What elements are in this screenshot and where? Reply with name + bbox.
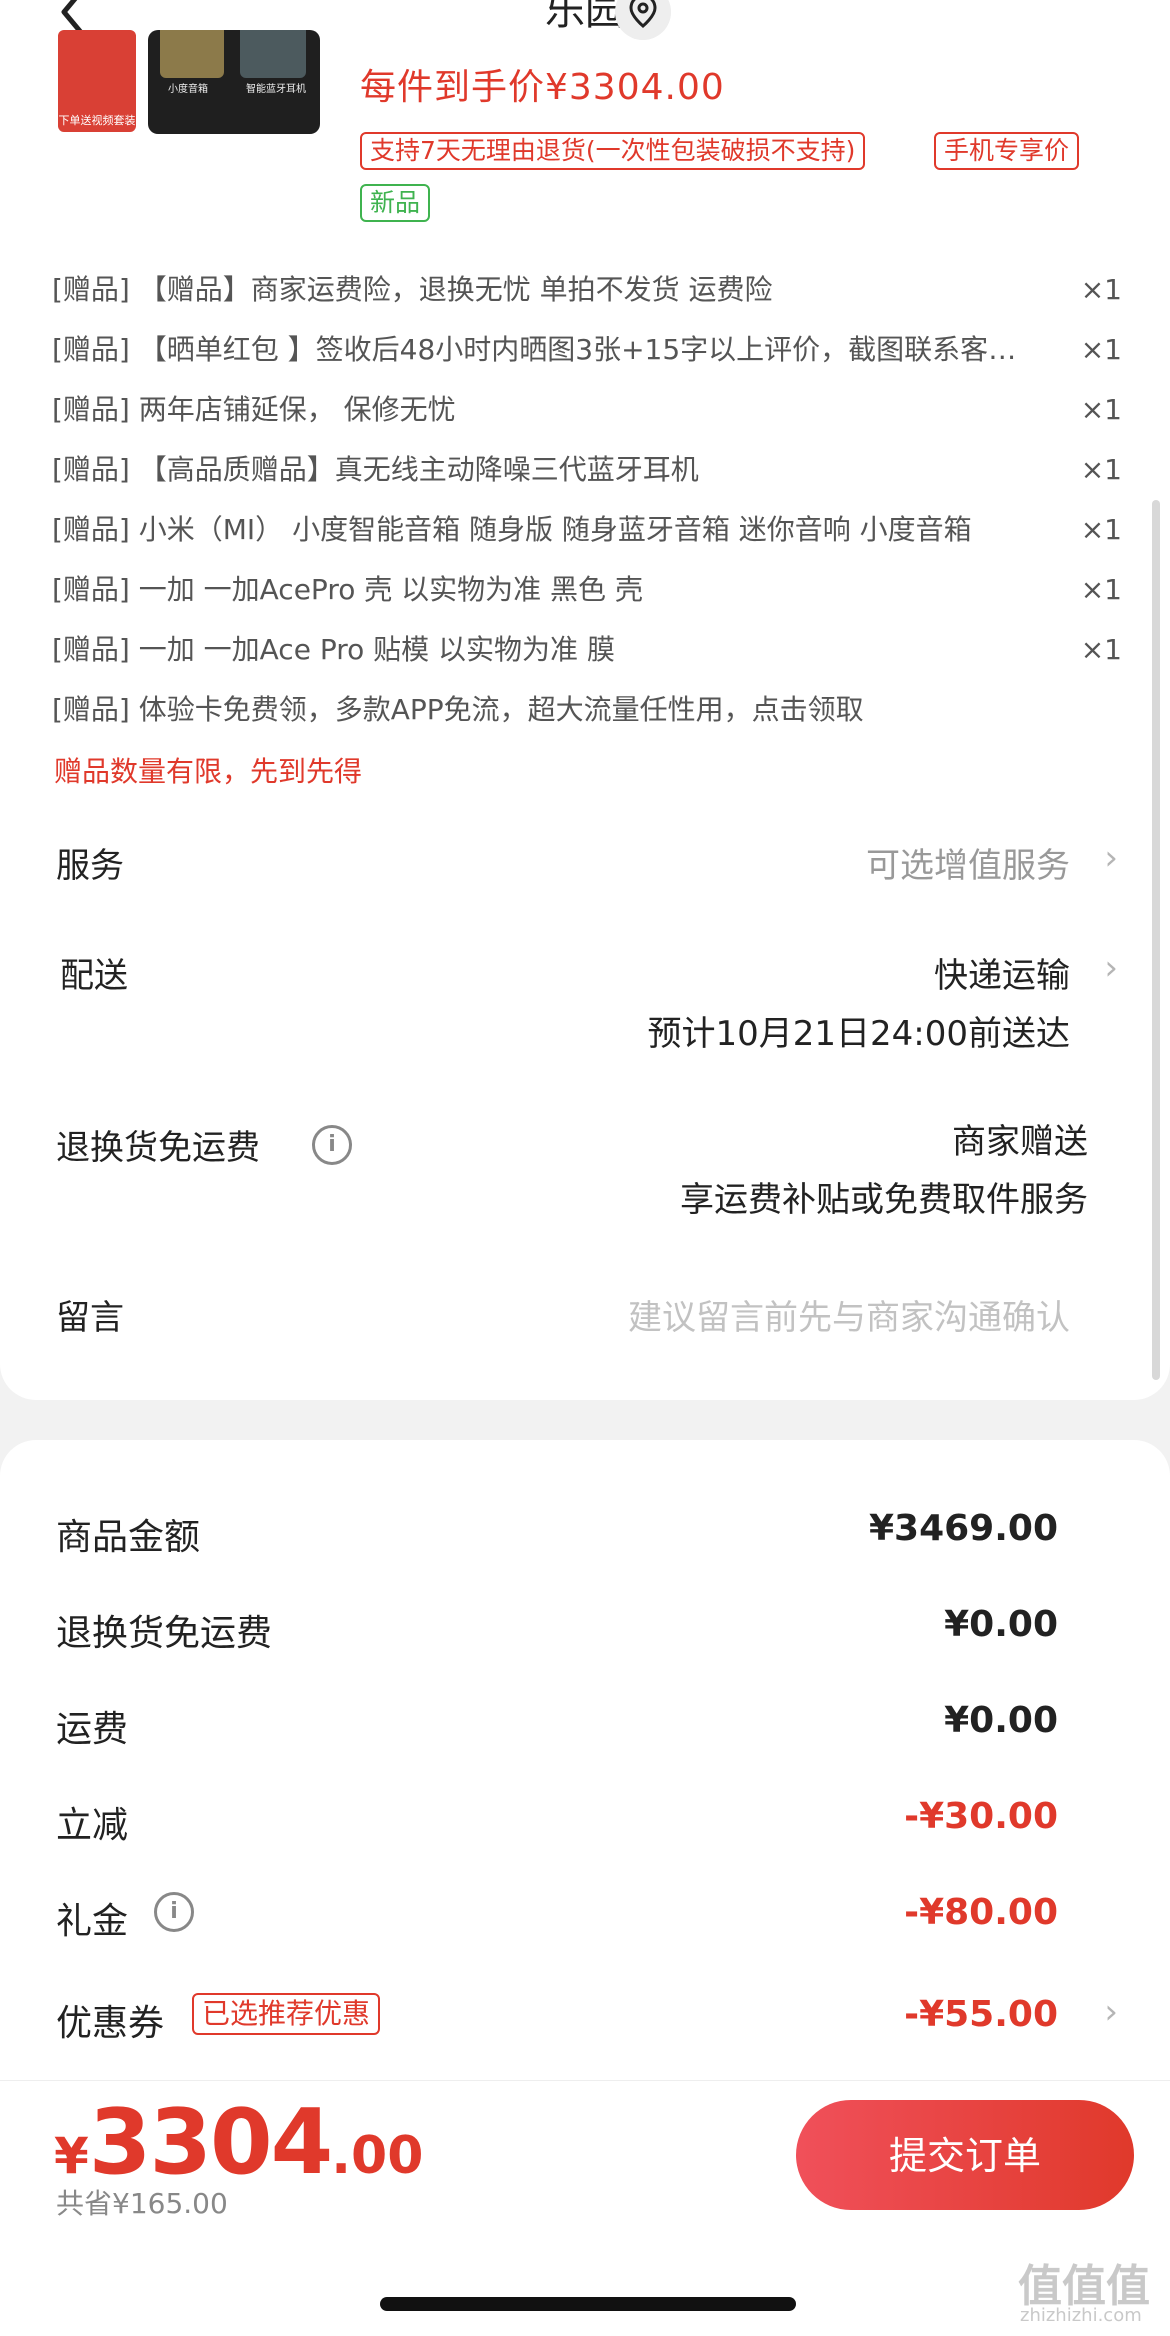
return-policy-tag: 支持7天无理由退货(一次性包装破损不支持)	[360, 132, 866, 170]
chevron-right-icon[interactable]: ›	[1104, 838, 1118, 878]
gift-item: [赠品] 【赠品】商家运费险，退换无忧 单拍不发货 运费险 ×1	[52, 270, 1122, 310]
gift-qty: ×1	[1080, 513, 1122, 546]
delivery-eta: 预计10月21日24:00前送达	[647, 1014, 1070, 1054]
gift-item-free-card[interactable]: [赠品] 体验卡免费领，多款APP免流，超大流量任性用，点击领取	[52, 690, 1122, 730]
thumbnail-gift-label: 小度音箱	[168, 84, 208, 95]
gift-text: [赠品] 一加 一加Ace Pro 贴模 以实物为准 膜	[52, 633, 615, 666]
freight-label: 运费	[56, 1709, 129, 1750]
gift-item: [赠品] 一加 一加AcePro 壳 以实物为准 黑色 壳 ×1	[52, 570, 1122, 610]
gift-qty: ×1	[1080, 333, 1122, 366]
gift-limited-notice: 赠品数量有限，先到先得	[54, 755, 363, 788]
gift-item: [赠品] 一加 一加Ace Pro 贴模 以实物为准 膜 ×1	[52, 630, 1122, 670]
thumbnail-gift-label: 智能蓝牙耳机	[246, 84, 306, 95]
delivery-method[interactable]: 快递运输	[934, 948, 1070, 997]
chevron-right-icon[interactable]: ›	[1104, 1992, 1118, 2032]
gift-text: [赠品] 一加 一加AcePro 壳 以实物为准 黑色 壳	[52, 573, 643, 606]
new-product-tag: 新品	[360, 184, 431, 222]
gift-item: [赠品] 【高品质赠品】真无线主动降噪三代蓝牙耳机 ×1	[52, 450, 1122, 490]
currency-symbol: ¥	[54, 2127, 89, 2185]
instant-discount-label: 立减	[56, 1805, 129, 1846]
goods-amount-value: ¥3469.00	[868, 1508, 1058, 1549]
message-label: 留言	[56, 1298, 124, 1338]
return-freight-fee-value: ¥0.00	[944, 1604, 1058, 1645]
gift-money-value: -¥80.00	[904, 1892, 1058, 1933]
message-input[interactable]: 建议留言前先与商家沟通确认	[628, 1290, 1070, 1339]
submit-order-button[interactable]: 提交订单	[796, 2100, 1134, 2210]
delivery-label: 配送	[60, 956, 128, 996]
gift-qty: ×1	[1080, 273, 1122, 306]
chevron-right-icon[interactable]: ›	[1104, 948, 1118, 988]
gift-qty: ×1	[1080, 633, 1122, 666]
gift-text: [赠品] 两年店铺延保， 保修无忧	[52, 393, 456, 426]
goods-amount-label: 商品金额	[56, 1517, 201, 1558]
gift-qty: ×1	[1080, 573, 1122, 606]
info-icon[interactable]: i	[312, 1125, 352, 1165]
product-thumbnail-promo[interactable]: 下单送视频套装	[58, 30, 136, 132]
coupon-recommended-tag[interactable]: 已选推荐优惠	[192, 1993, 381, 2035]
speaker-image	[160, 30, 224, 78]
unit-price: 每件到手价¥3304.00	[360, 67, 725, 108]
earbuds-image	[240, 30, 306, 78]
total-integer: 3304	[88, 2090, 333, 2195]
gift-text: [赠品] 【赠品】商家运费险，退换无忧 单拍不发货 运费险	[52, 273, 773, 306]
gift-text: [赠品] 小米（MI） 小度智能音箱 随身版 随身蓝牙音箱 迷你音响 小度音箱	[52, 513, 972, 546]
mobile-price-tag: 手机专享价	[934, 132, 1080, 170]
freight-value: ¥0.00	[944, 1700, 1058, 1741]
total-decimal: .00	[331, 2126, 424, 2186]
gift-item: [赠品] 小米（MI） 小度智能音箱 随身版 随身蓝牙音箱 迷你音响 小度音箱 …	[52, 510, 1122, 550]
gift-item: [赠品] 两年店铺延保， 保修无忧 ×1	[52, 390, 1122, 430]
return-freight-detail: 享运费补贴或免费取件服务	[680, 1180, 1088, 1220]
product-thumbnail-gifts[interactable]: 小度音箱 智能蓝牙耳机	[148, 30, 320, 134]
home-indicator[interactable]	[380, 2297, 796, 2311]
coupon-label: 优惠券	[56, 2003, 165, 2044]
watermark-url: zhizhizhi.com	[1020, 2305, 1142, 2326]
return-freight-value: 商家赠送	[952, 1122, 1088, 1162]
gift-text: [赠品] 【高品质赠品】真无线主动降噪三代蓝牙耳机	[52, 453, 699, 486]
gift-text: [赠品] 体验卡免费领，多款APP免流，超大流量任性用，点击领取	[52, 693, 864, 726]
total-saved: 共省¥165.00	[56, 2187, 228, 2220]
service-label: 服务	[56, 846, 124, 886]
gift-item: [赠品] 【晒单红包 】签收后48小时内晒图3张+15字以上评价，截图联系客服领…	[52, 330, 1122, 370]
coupon-value[interactable]: -¥55.00	[904, 1994, 1058, 2035]
gift-qty: ×1	[1080, 393, 1122, 426]
gift-qty: ×1	[1080, 453, 1122, 486]
thumbnail-label: 下单送视频套装	[58, 114, 136, 127]
scrollbar[interactable]	[1152, 500, 1160, 1380]
total-price: ¥3304.00	[54, 2090, 423, 2195]
gift-text: [赠品] 【晒单红包 】签收后48小时内晒图3张+15字以上评价，截图联系客服领…	[52, 333, 1037, 366]
instant-discount-value: -¥30.00	[904, 1796, 1058, 1837]
service-value[interactable]: 可选增值服务	[866, 838, 1070, 887]
gift-money-label: 礼金	[56, 1901, 129, 1942]
info-icon[interactable]: i	[154, 1892, 194, 1932]
return-freight-fee-label: 退换货免运费	[56, 1613, 273, 1654]
return-freight-label: 退换货免运费	[56, 1128, 260, 1168]
